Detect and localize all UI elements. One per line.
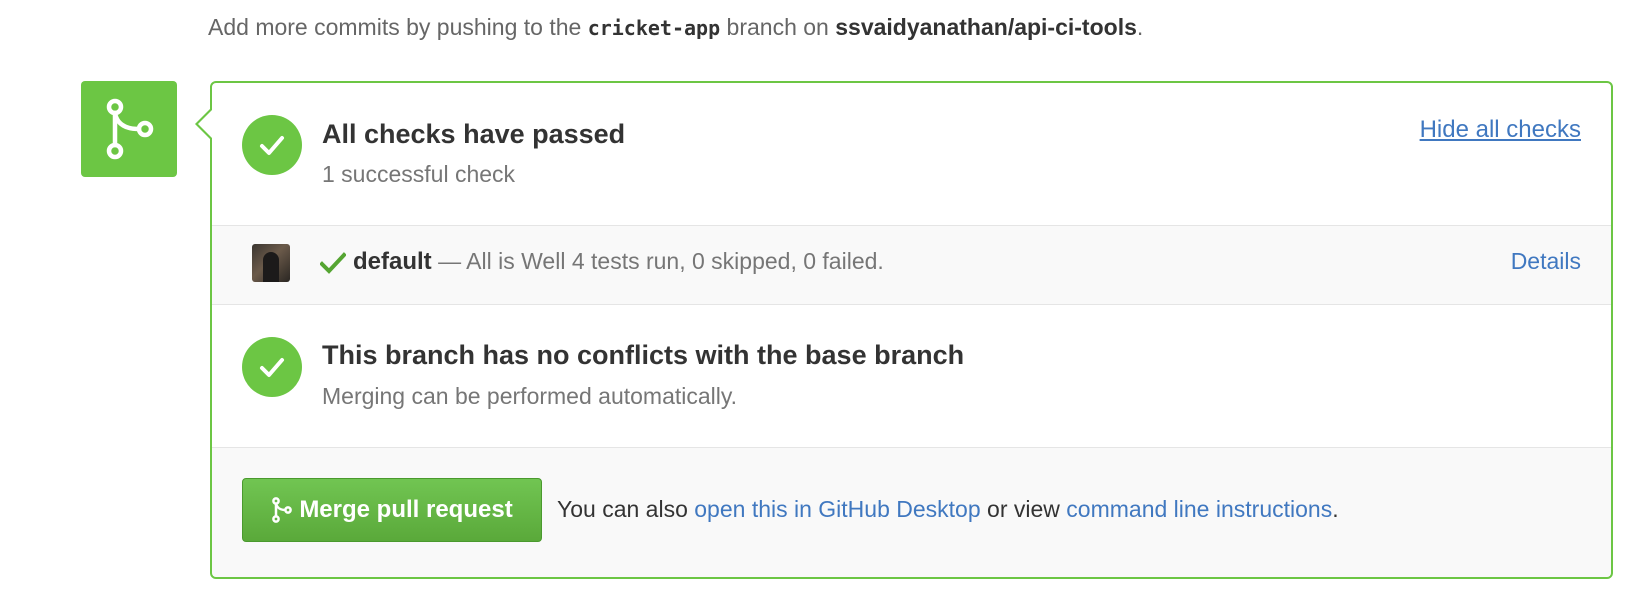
check-icon — [320, 252, 346, 274]
hint-prefix: Add more commits by pushing to the — [208, 14, 588, 40]
hint-suffix: . — [1136, 14, 1144, 40]
github-desktop-link[interactable]: open this in GitHub Desktop — [694, 496, 980, 522]
checks-subtitle: 1 successful check — [322, 161, 516, 187]
check-icon — [260, 136, 284, 155]
checks-title: All checks have passed — [322, 119, 626, 149]
hint-middle: branch on — [720, 14, 836, 40]
checks-status-badge — [242, 115, 302, 175]
checks-summary: All checks have passed 1 successful chec… — [212, 83, 1611, 226]
merge-hint: Add more commits by pushing to the crick… — [208, 14, 1143, 41]
branch-status-badge — [242, 337, 302, 397]
details-link[interactable]: Details — [1511, 248, 1581, 275]
check-icon — [260, 358, 284, 377]
merge-alternatives: You can also open this in GitHub Desktop… — [557, 496, 1339, 523]
panel-caret-inner — [198, 110, 212, 138]
branch-status-title: This branch has no conflicts with the ba… — [322, 340, 965, 370]
hide-all-checks-link[interactable]: Hide all checks — [1420, 116, 1581, 144]
branch-status: This branch has no conflicts with the ba… — [212, 305, 1611, 448]
merge-text-suffix: . — [1332, 496, 1339, 522]
git-merge-icon-box — [81, 81, 177, 177]
merge-pull-request-button[interactable]: Merge pull request — [242, 478, 542, 542]
merge-text-prefix: You can also — [557, 496, 695, 522]
status-check-description: — All is Well 4 tests run, 0 skipped, 0 … — [438, 248, 884, 274]
command-line-instructions-link[interactable]: command line instructions — [1066, 496, 1332, 522]
merge-text-middle: or view — [980, 496, 1067, 522]
git-merge-icon — [272, 497, 293, 523]
status-check-row: default — All is Well 4 tests run, 0 ski… — [212, 226, 1611, 305]
git-merge-icon — [106, 98, 154, 160]
status-check-context: default — [353, 248, 432, 275]
merge-actions: Merge pull request You can also open thi… — [212, 448, 1611, 577]
branch-status-subtitle: Merging can be performed automatically. — [322, 383, 738, 409]
merge-panel: All checks have passed 1 successful chec… — [210, 81, 1613, 579]
merge-button-label: Merge pull request — [299, 496, 513, 523]
branch-name: cricket-app — [587, 16, 721, 40]
status-check-text: default — All is Well 4 tests run, 0 ski… — [353, 248, 884, 276]
avatar[interactable] — [252, 244, 290, 282]
repo-name: ssvaidyanathan/api-ci-tools — [835, 14, 1137, 40]
